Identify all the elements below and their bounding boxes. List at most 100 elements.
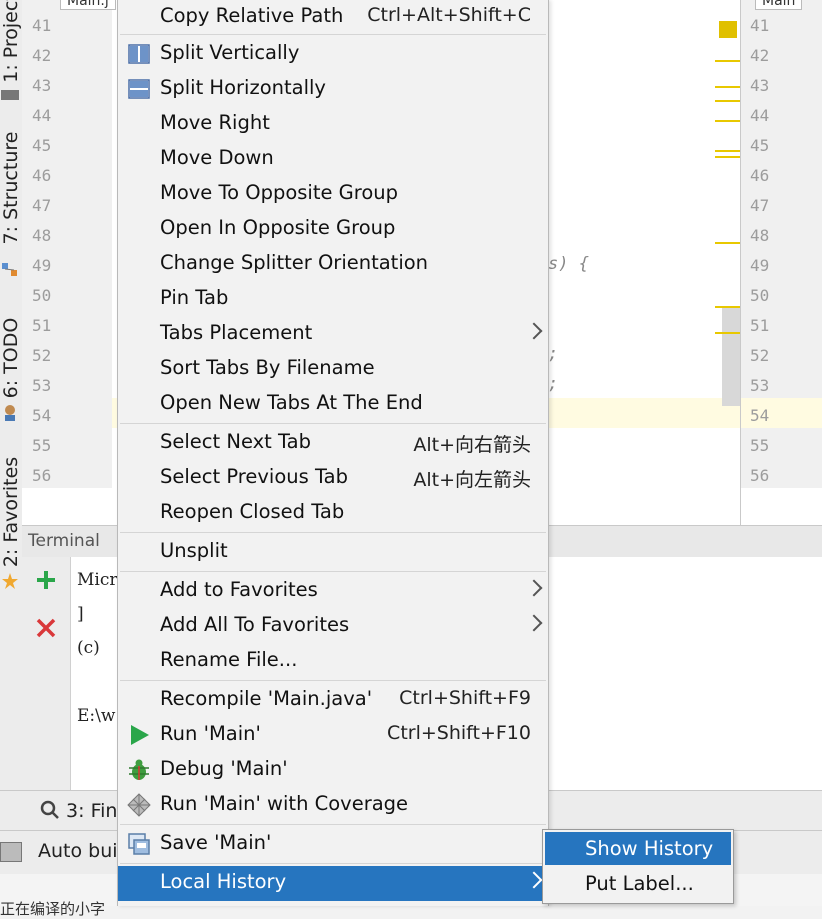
tab-favorites[interactable]: 2: Favorites [0, 457, 22, 567]
error-stripe-mark[interactable] [715, 332, 740, 334]
error-stripe-mark[interactable] [715, 306, 740, 308]
menu-item-select-next-tab[interactable]: Select Next Tab Alt+向右箭头 [118, 426, 548, 461]
menu-item-open-in-opposite-group[interactable]: Open In Opposite Group [118, 212, 548, 247]
chevron-right-icon [525, 322, 543, 340]
menu-item-local-history[interactable]: Local History [118, 866, 548, 901]
submenu-item-put-label[interactable]: Put Label... [545, 867, 731, 900]
line-number: 41 [750, 16, 770, 35]
line-number: 56 [32, 466, 52, 485]
code-fragment: ; [548, 344, 559, 364]
tab-project[interactable]: 1: Project [0, 0, 22, 83]
menu-item-move-right[interactable]: Move Right [118, 107, 548, 142]
menu-item-tabs-placement[interactable]: Tabs Placement [118, 317, 548, 352]
menu-item-label: Run 'Main' with Coverage [160, 792, 409, 815]
error-stripe-mark[interactable] [715, 86, 740, 88]
menu-item-reopen-closed-tab[interactable]: Reopen Closed Tab [118, 496, 548, 531]
menu-item-label: Select Previous Tab [160, 465, 348, 488]
menu-item-label: Move Down [160, 146, 274, 169]
tab-todo[interactable]: 6: TODO [0, 318, 22, 399]
coverage-icon [127, 793, 151, 817]
code-fragment: ; [548, 374, 559, 394]
submenu-item-label: Show History [585, 837, 714, 860]
line-number: 50 [750, 286, 770, 305]
menu-item-label: Sort Tabs By Filename [160, 356, 375, 379]
menu-item-label: Unsplit [160, 539, 228, 562]
line-number: 50 [32, 286, 52, 305]
menu-item-label: Split Vertically [160, 41, 300, 64]
menu-item-debug-main[interactable]: Debug 'Main' [118, 753, 548, 788]
line-number: 43 [32, 76, 52, 95]
star-icon [1, 572, 19, 589]
line-number: 54 [32, 406, 52, 425]
close-terminal-icon[interactable] [35, 617, 57, 643]
menu-separator [120, 680, 546, 681]
menu-item-split-horizontally[interactable]: Split Horizontally [118, 72, 548, 107]
menu-separator [120, 423, 546, 424]
status-text: Auto bui [38, 840, 118, 862]
warning-indicator-icon[interactable] [719, 21, 737, 38]
tab-find[interactable]: 3: Fin [40, 800, 117, 822]
run-icon [127, 723, 151, 747]
menu-item-select-previous-tab[interactable]: Select Previous Tab Alt+向左箭头 [118, 461, 548, 496]
menu-item-split-vertically[interactable]: Split Vertically [118, 37, 548, 72]
menu-separator [120, 571, 546, 572]
menu-item-move-down[interactable]: Move Down [118, 142, 548, 177]
editor-tab-left[interactable]: Main.j [60, 0, 116, 10]
save-icon [127, 832, 151, 856]
menu-item-sort-tabs-by-filename[interactable]: Sort Tabs By Filename [118, 352, 548, 387]
submenu-item-label: Put Label... [585, 872, 694, 895]
menu-item-open-new-tabs-at-end[interactable]: Open New Tabs At The End [118, 387, 548, 422]
editor-scrollbar-thumb[interactable] [722, 308, 740, 406]
menu-item-label: Change Splitter Orientation [160, 251, 429, 274]
error-stripe-mark[interactable] [715, 100, 740, 102]
terminal-line: (c) [77, 638, 100, 658]
error-stripe-mark[interactable] [715, 120, 740, 122]
status-icon[interactable] [0, 842, 22, 862]
menu-item-pin-tab[interactable]: Pin Tab [118, 282, 548, 317]
menu-item-change-splitter-orientation[interactable]: Change Splitter Orientation [118, 247, 548, 282]
error-stripe-mark[interactable] [715, 242, 740, 244]
menu-item-label: Recompile 'Main.java' [160, 687, 373, 710]
menu-item-label: Open New Tabs At The End [160, 391, 423, 414]
menu-item-rename-file[interactable]: Rename File... [118, 644, 548, 679]
menu-item-copy-relative-path[interactable]: Copy Relative Path Ctrl+Alt+Shift+C [118, 0, 548, 35]
menu-item-move-to-opposite-group[interactable]: Move To Opposite Group [118, 177, 548, 212]
terminal-toolbar [22, 557, 71, 790]
line-number: 55 [750, 436, 770, 455]
terminal-line: E:\w [77, 706, 116, 726]
line-number: 55 [32, 436, 52, 455]
menu-item-recompile[interactable]: Recompile 'Main.java' Ctrl+Shift+F9 [118, 683, 548, 718]
chevron-right-icon [525, 579, 543, 597]
chevron-right-icon [525, 614, 543, 632]
terminal-title[interactable]: Terminal [28, 531, 100, 551]
line-number: 49 [750, 256, 770, 275]
menu-item-add-all-to-favorites[interactable]: Add All To Favorites [118, 609, 548, 644]
menu-separator [120, 863, 546, 864]
menu-item-unsplit[interactable]: Unsplit [118, 535, 548, 570]
line-number: 49 [32, 256, 52, 275]
line-number: 48 [750, 226, 770, 245]
menu-item-run-main[interactable]: Run 'Main' Ctrl+Shift+F10 [118, 718, 548, 753]
debug-icon [127, 758, 151, 782]
menu-item-add-to-favorites[interactable]: Add to Favorites [118, 574, 548, 609]
line-number: 42 [32, 46, 52, 65]
menu-item-label: Open In Opposite Group [160, 216, 396, 239]
line-number: 41 [32, 16, 52, 35]
menu-item-label: Rename File... [160, 648, 298, 671]
menu-item-label: Select Next Tab [160, 430, 311, 453]
submenu-item-show-history[interactable]: Show History [545, 832, 731, 865]
tab-structure[interactable]: 7: Structure [0, 132, 22, 245]
error-stripe-mark[interactable] [715, 150, 740, 152]
menu-item-run-with-coverage[interactable]: Run 'Main' with Coverage [118, 788, 548, 823]
menu-item-save-main[interactable]: Save 'Main' [118, 827, 548, 862]
add-terminal-icon[interactable] [35, 569, 57, 595]
line-number: 47 [32, 196, 52, 215]
editor-tab-right[interactable]: Main [755, 0, 803, 10]
split-vertical-icon [127, 42, 151, 66]
line-number: 51 [750, 316, 770, 335]
error-stripe-mark[interactable] [715, 156, 740, 158]
project-icon [1, 90, 19, 100]
line-number: 43 [750, 76, 770, 95]
error-stripe-mark[interactable] [715, 60, 740, 62]
structure-icon [1, 262, 19, 278]
